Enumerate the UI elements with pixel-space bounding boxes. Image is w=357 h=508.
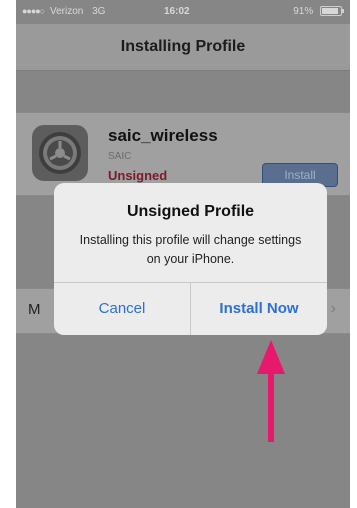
page-title: Installing Profile (120, 38, 246, 55)
signal-strength: ●●●●○ Verizon 3G (22, 6, 105, 17)
up-arrow-icon (257, 340, 285, 442)
more-details-label: M (28, 301, 41, 318)
alert-message: Installing this profile will change sett… (79, 233, 302, 266)
chevron-right-icon: › (330, 300, 336, 317)
battery-percent: 91% (293, 6, 314, 17)
settings-gear-icon (32, 125, 88, 181)
status-bar: ●●●●○ Verizon 3G 16:02 91% (16, 0, 350, 24)
phone-screen: ●●●●○ Verizon 3G 16:02 91% Installing Pr… (16, 0, 350, 508)
alert-button-row: Cancel Install Now (54, 282, 327, 335)
navigation-bar: Installing Profile (16, 24, 350, 71)
profile-name: saic_wireless (108, 126, 218, 145)
status-time: 16:02 (164, 6, 190, 17)
alert-title: Unsigned Profile (126, 203, 255, 220)
install-now-button[interactable]: Install Now (190, 283, 327, 335)
cancel-button[interactable]: Cancel (54, 283, 190, 335)
battery-icon (320, 6, 344, 17)
network-type: 3G (92, 6, 106, 17)
profile-status-unsigned: Unsigned (108, 168, 168, 183)
unsigned-profile-alert: Unsigned Profile Installing this profile… (54, 183, 327, 335)
profile-organization: SAIC (108, 151, 132, 162)
signal-dots-icon: ●●●●○ (22, 6, 45, 16)
battery-status: 91% (293, 6, 344, 17)
carrier-name: Verizon (49, 6, 84, 17)
